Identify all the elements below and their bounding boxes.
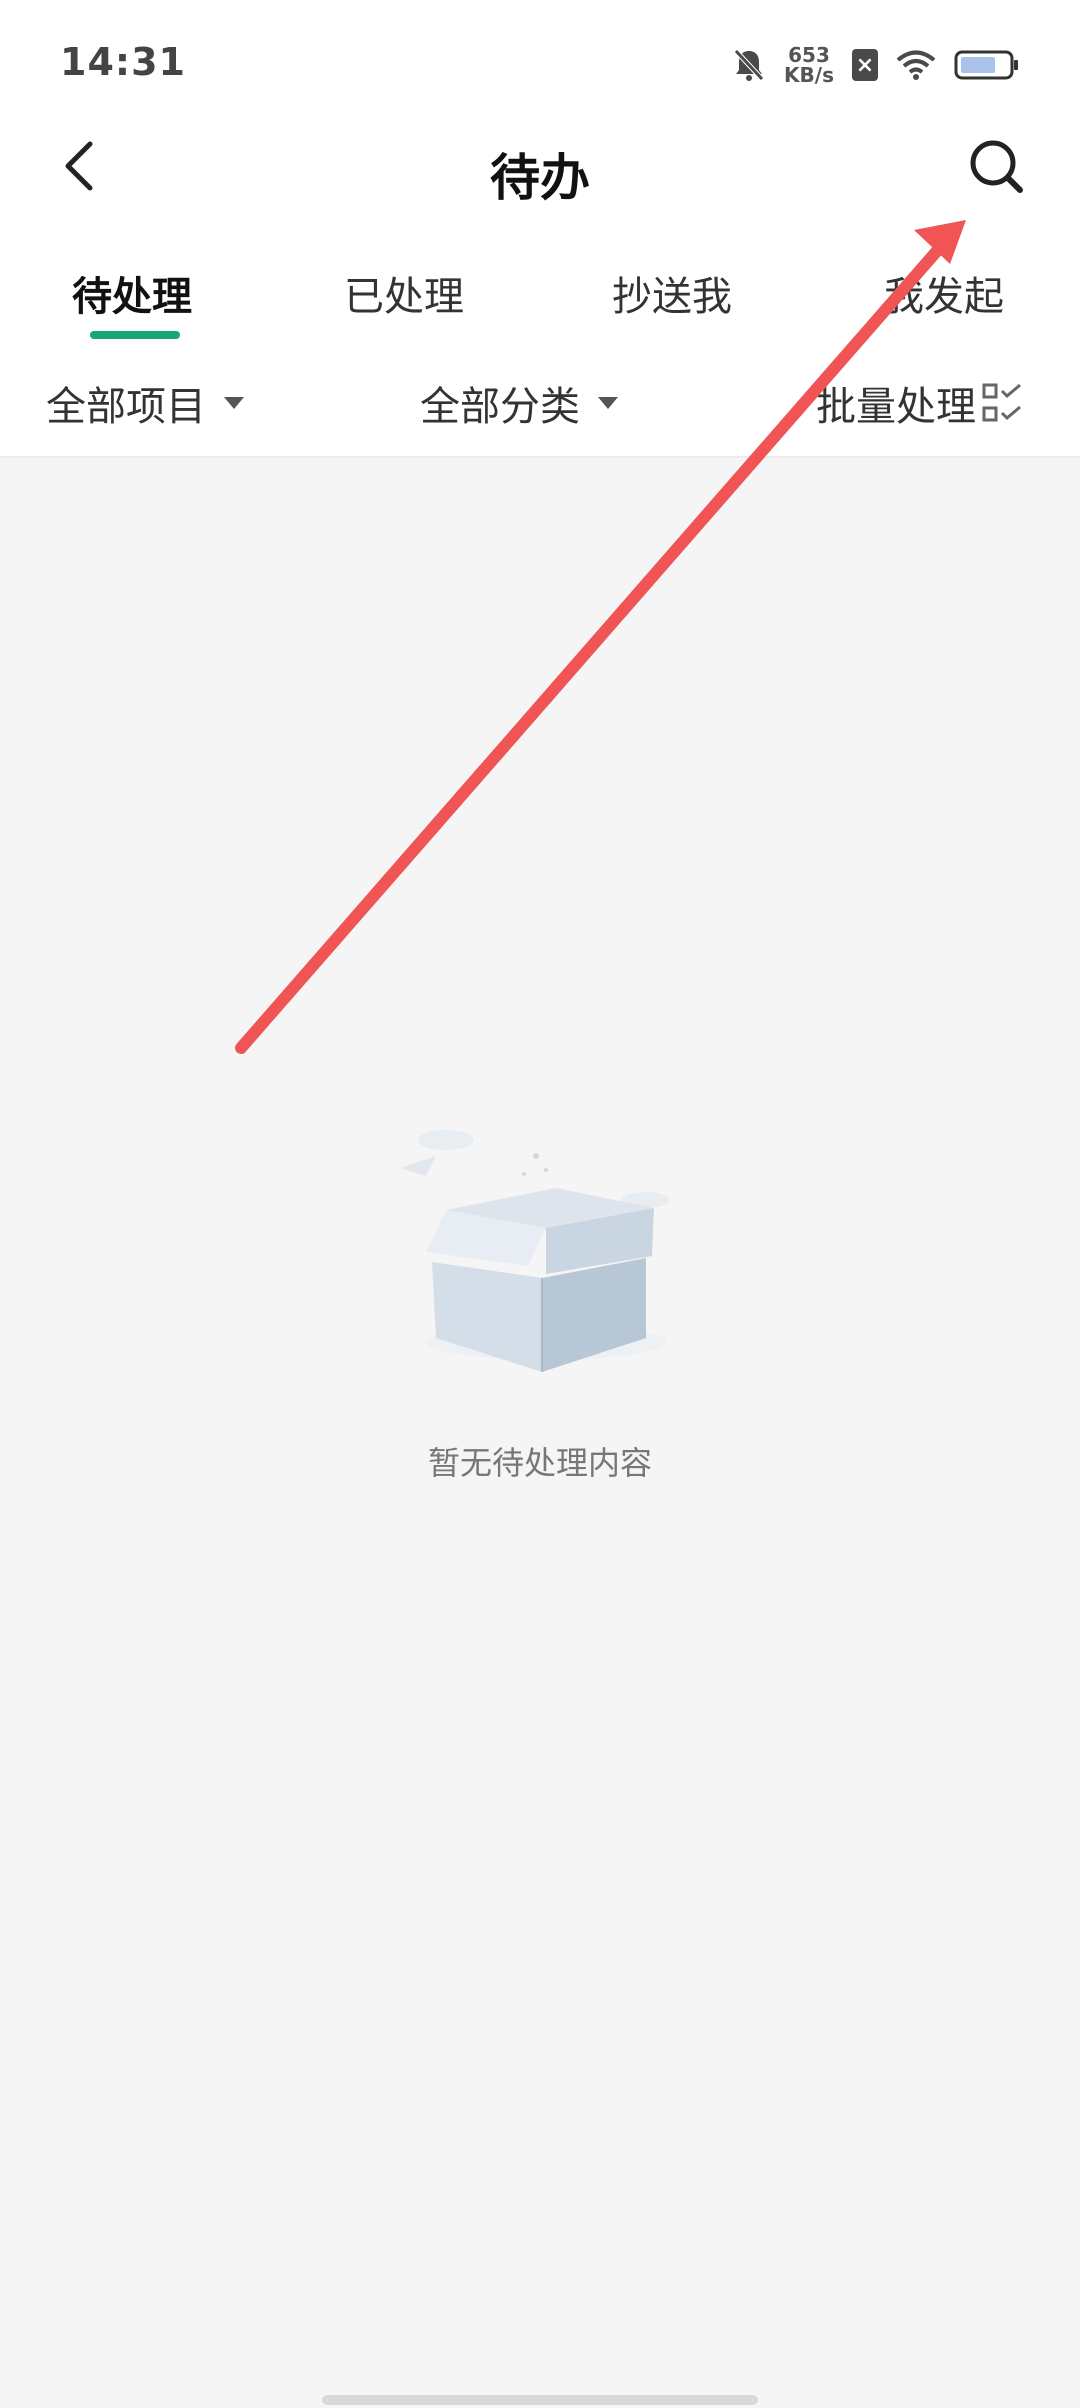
- tab-processed[interactable]: 已处理: [344, 264, 464, 322]
- home-indicator[interactable]: [322, 2395, 758, 2405]
- battery-icon: [954, 50, 1018, 80]
- net-speed: 653 KB/s: [784, 45, 834, 85]
- batch-check-icon: [982, 383, 1021, 422]
- category-filter[interactable]: 全部分类: [420, 374, 618, 432]
- sim-off-icon: ×: [852, 49, 878, 81]
- net-speed-unit: KB/s: [784, 63, 834, 87]
- batch-process-label: 批量处理: [816, 384, 976, 430]
- empty-state-text: 暂无待处理内容: [427, 1444, 652, 1482]
- empty-box-icon: [400, 1130, 670, 1372]
- tab-pending[interactable]: 待处理: [72, 264, 192, 322]
- category-filter-label: 全部分类: [420, 384, 580, 430]
- bell-mute-icon: [734, 49, 764, 81]
- tab-cc-me[interactable]: 抄送我: [612, 264, 732, 322]
- top-panel: 14:31 653 KB/s × 待办 待处理 已处理 抄送我 我发起 全部项目…: [0, 0, 1080, 458]
- batch-process-button[interactable]: 批量处理: [816, 374, 1024, 432]
- project-filter[interactable]: 全部项目: [46, 374, 244, 432]
- tab-initiated[interactable]: 我发起: [884, 264, 1004, 322]
- status-icons: 653 KB/s ×: [732, 40, 1020, 90]
- caret-down-icon: [224, 397, 244, 409]
- active-tab-indicator: [90, 331, 180, 339]
- search-icon[interactable]: [966, 136, 1026, 196]
- page-title: 待办: [490, 149, 590, 207]
- project-filter-label: 全部项目: [46, 384, 206, 430]
- wifi-icon: [896, 50, 936, 80]
- status-time: 14:31: [60, 40, 186, 84]
- net-speed-value: 653: [788, 43, 830, 67]
- caret-down-icon: [598, 397, 618, 409]
